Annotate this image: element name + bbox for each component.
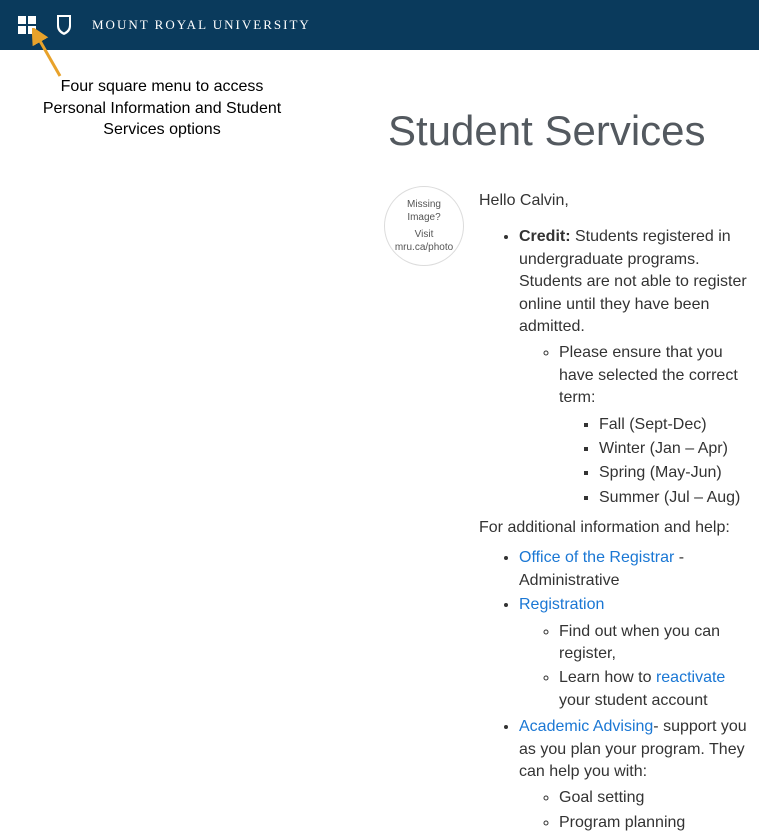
page-title: Student Services (388, 107, 706, 155)
registrar-link[interactable]: Office of the Registrar (519, 549, 674, 566)
adv-sub-item-1: Goal setting (559, 787, 759, 809)
adv-sub-item-2: Program planning (559, 812, 759, 834)
avatar-missing-text: Missing Image? (391, 198, 457, 224)
terms-list: Fall (Sept-Dec) Winter (Jan – Apr) Sprin… (559, 414, 759, 510)
reg-sub-item-2: Learn how to reactivate your student acc… (559, 667, 759, 712)
annotation-text: Four square menu to access Personal Info… (32, 76, 292, 141)
more-info-text: For additional information and help: (479, 517, 759, 539)
university-name: MOUNT ROYAL UNIVERSITY (92, 17, 311, 33)
advising-link[interactable]: Academic Advising (519, 718, 653, 735)
content-panel: Missing Image? Visit mru.ca/photo Hello … (376, 174, 759, 838)
term-item: Winter (Jan – Apr) (599, 438, 759, 460)
avatar-placeholder[interactable]: Missing Image? Visit mru.ca/photo (384, 186, 464, 266)
main-text-block: Hello Calvin, Credit: Students registere… (479, 186, 759, 838)
greeting: Hello Calvin, (479, 190, 759, 212)
credit-list: Credit: Students registered in undergrad… (479, 226, 759, 509)
credit-note: Please ensure that you have selected the… (559, 342, 759, 509)
term-item: Spring (May-Jun) (599, 462, 759, 484)
term-item: Summer (Jul – Aug) (599, 487, 759, 509)
registration-link[interactable]: Registration (519, 596, 604, 613)
advising-item: Academic Advising- support you as you pl… (519, 716, 759, 834)
credit-item: Credit: Students registered in undergrad… (519, 226, 759, 509)
apps-menu-icon[interactable] (18, 16, 36, 34)
term-item: Fall (Sept-Dec) (599, 414, 759, 436)
registration-item: Registration Find out when you can regis… (519, 594, 759, 712)
registration-sublist: Find out when you can register, Learn ho… (519, 621, 759, 713)
advising-sublist: Goal setting Program planning (519, 787, 759, 834)
credit-label: Credit: (519, 228, 571, 245)
top-header: MOUNT ROYAL UNIVERSITY (0, 0, 759, 50)
help-links-list: Office of the Registrar - Administrative… (479, 547, 759, 834)
reactivate-link[interactable]: reactivate (656, 669, 725, 686)
avatar-visit-text: Visit mru.ca/photo (391, 228, 457, 254)
credit-sublist: Please ensure that you have selected the… (519, 342, 759, 509)
registrar-item: Office of the Registrar - Administrative (519, 547, 759, 592)
university-shield-logo (56, 14, 72, 36)
reg-sub-item-1: Find out when you can register, (559, 621, 759, 666)
